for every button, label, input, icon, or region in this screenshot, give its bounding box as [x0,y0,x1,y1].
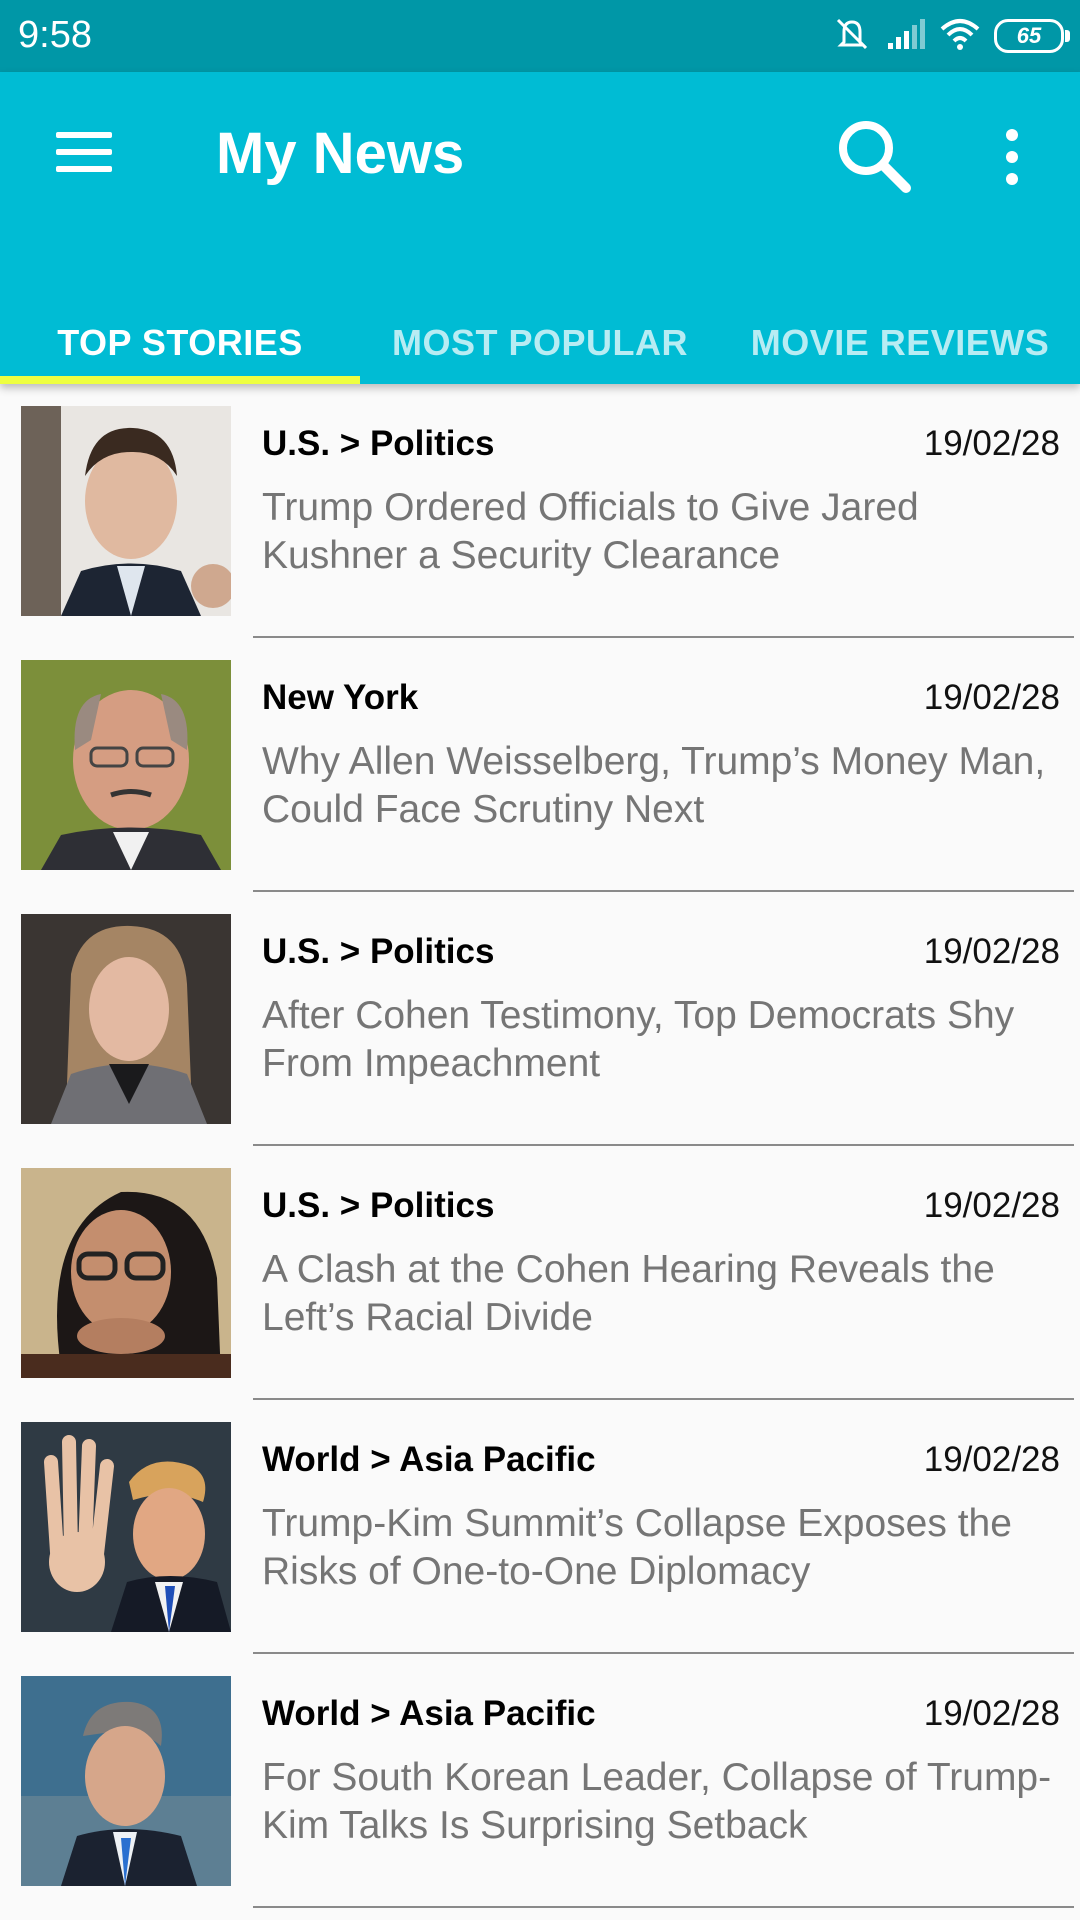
more-vert-icon[interactable] [982,112,1042,202]
mute-icon [832,16,872,57]
status-time: 9:58 [18,14,92,56]
divider [253,1906,1074,1908]
article-date: 19/02/28 [923,678,1060,717]
article-date: 19/02/28 [923,932,1060,971]
article-thumbnail [21,1676,231,1886]
article-thumbnail [21,406,231,616]
article-headline: Trump Ordered Officials to Give Jared Ku… [262,486,919,577]
article-thumbnail [21,914,231,1124]
article-section: U.S. > Politics [262,424,495,463]
list-item[interactable]: U.S. > Politics 19/02/28 Trump Ordered O… [0,384,1080,638]
article-section: U.S. > Politics [262,932,495,971]
article-date: 19/02/28 [923,1186,1060,1225]
tab-most-popular[interactable]: MOST POPULAR [360,302,720,384]
status-bar: 9:58 65 [0,0,1080,72]
article-headline: Trump-Kim Summit’s Collapse Exposes the … [262,1502,1012,1593]
battery-icon: 65 [994,19,1070,53]
hamburger-menu-icon[interactable] [36,112,132,192]
article-section: U.S. > Politics [262,1186,495,1225]
article-section: New York [262,678,419,717]
tab-top-stories[interactable]: TOP STORIES [0,302,360,384]
battery-level: 65 [1016,23,1042,48]
article-headline: After Cohen Testimony, Top Democrats Shy… [262,994,1015,1085]
tab-movie-reviews[interactable]: MOVIE REVIEWS [720,302,1080,384]
list-item[interactable]: New York 19/02/28 Why Allen Weisselberg,… [0,638,1080,892]
signal-icon [886,17,926,56]
app-title: My News [216,121,465,186]
article-thumbnail [21,660,231,870]
list-item[interactable]: World > Asia Pacific 19/02/28 For South … [0,1654,1080,1908]
article-headline: For South Korean Leader, Collapse of Tru… [262,1756,1052,1847]
article-headline: Why Allen Weisselberg, Trump’s Money Man… [262,740,1046,831]
list-item[interactable]: U.S. > Politics 19/02/28 After Cohen Tes… [0,892,1080,1146]
article-date: 19/02/28 [923,424,1060,463]
wifi-icon [940,17,980,56]
article-date: 19/02/28 [923,1694,1060,1733]
article-thumbnail [21,1168,231,1378]
list-item[interactable]: U.S. > Politics 19/02/28 A Clash at the … [0,1146,1080,1400]
article-section: World > Asia Pacific [262,1440,596,1479]
article-thumbnail [21,1422,231,1632]
app-bar: My News TOP STORIES MOST POPULAR MOVIE R… [0,72,1080,384]
status-icons: 65 [832,14,1070,58]
search-icon[interactable] [830,112,920,202]
list-item[interactable]: World > Asia Pacific 19/02/28 Trump-Kim … [0,1400,1080,1654]
article-list: U.S. > Politics 19/02/28 Trump Ordered O… [0,384,1080,1908]
tab-bar: TOP STORIES MOST POPULAR MOVIE REVIEWS [0,302,1080,384]
article-headline: A Clash at the Cohen Hearing Reveals the… [262,1248,995,1339]
article-section: World > Asia Pacific [262,1694,596,1733]
article-date: 19/02/28 [923,1440,1060,1479]
